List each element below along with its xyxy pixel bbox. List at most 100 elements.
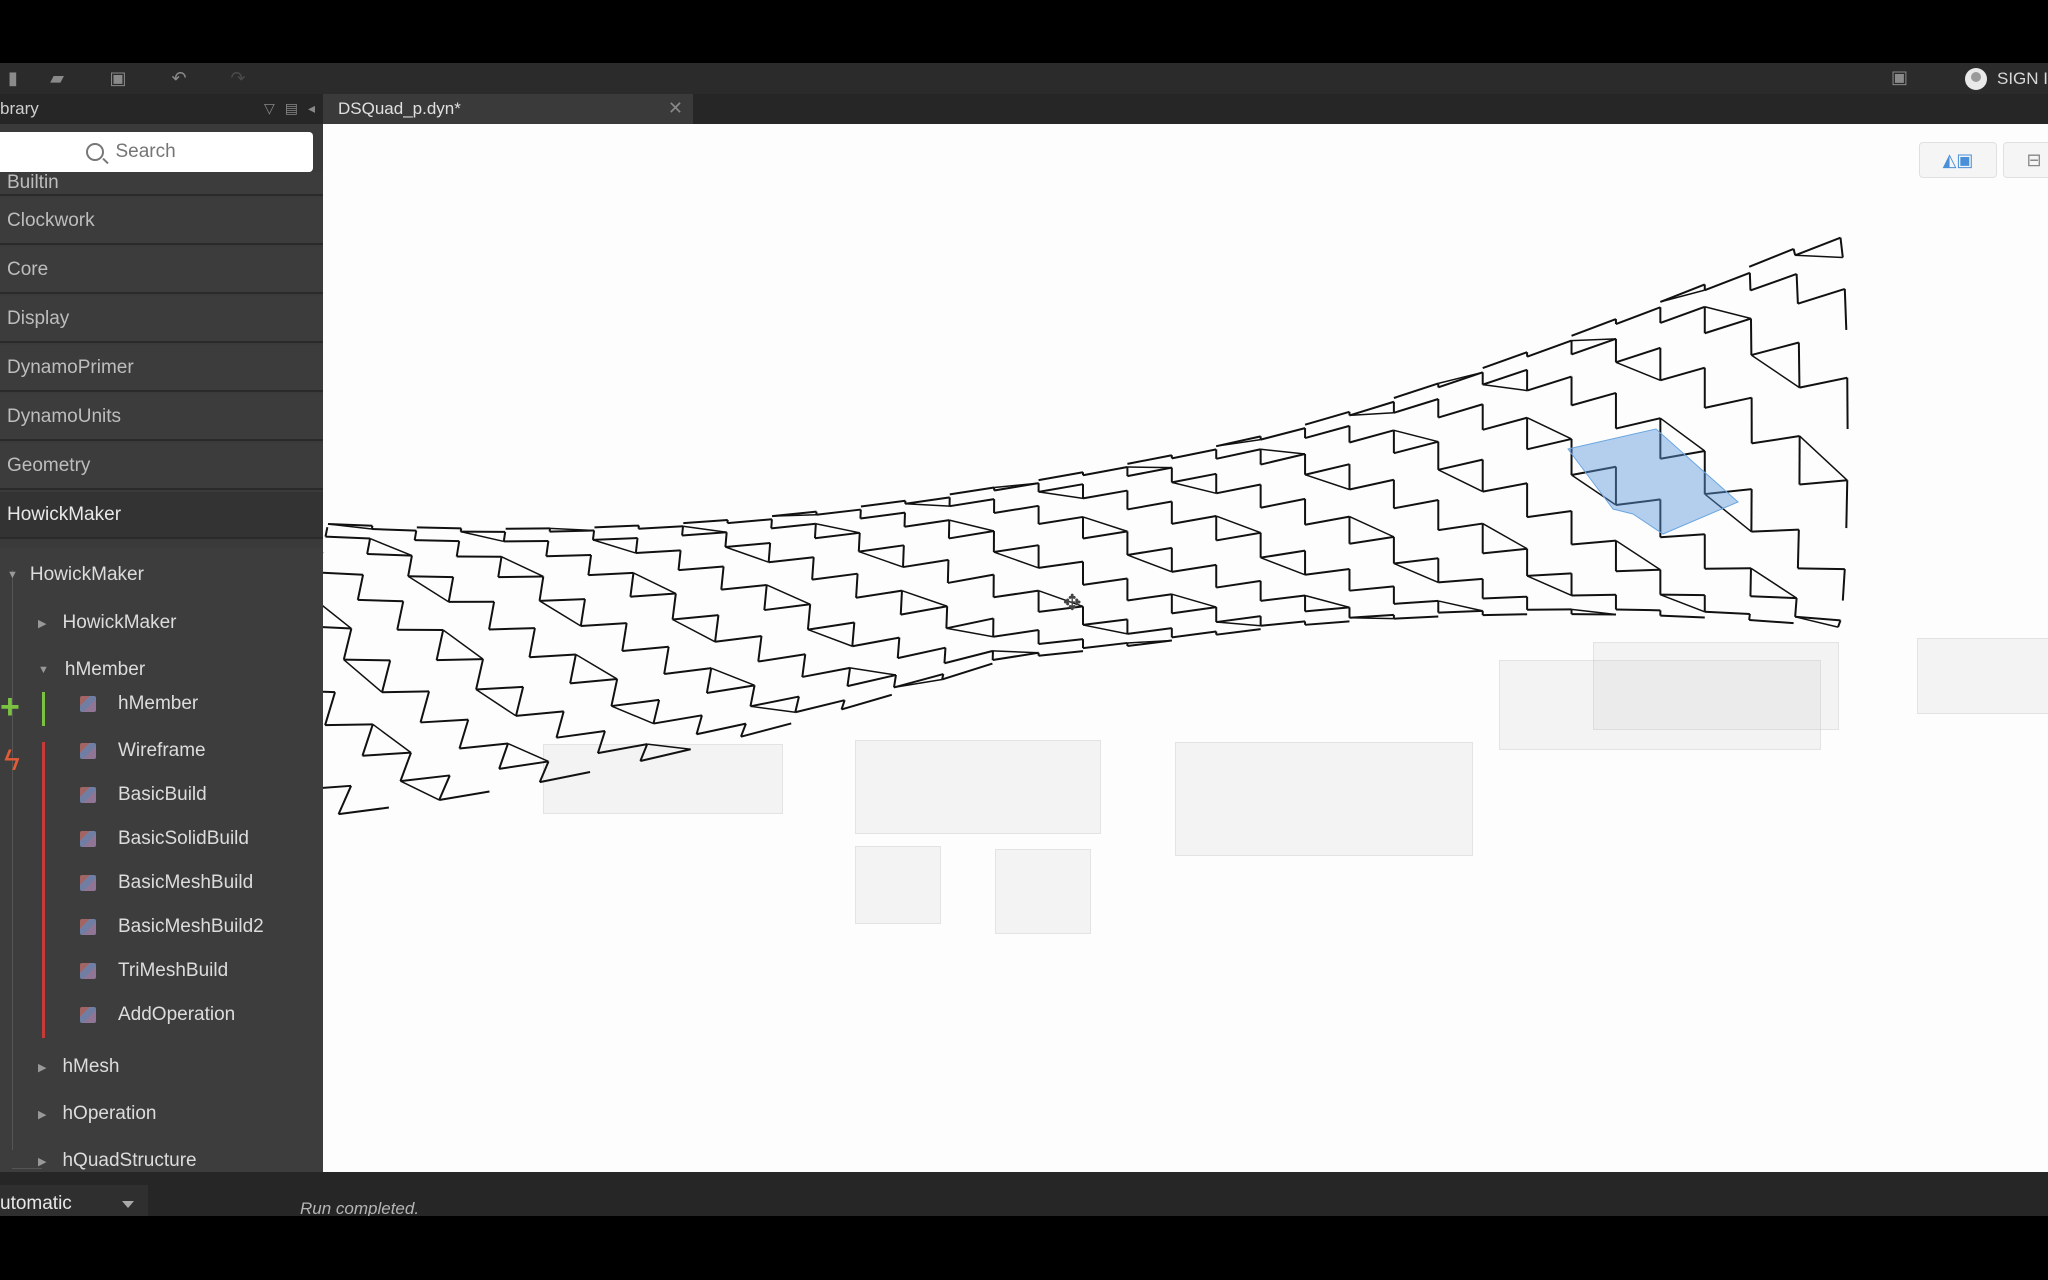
- mesh-edge: [1304, 474, 1350, 491]
- camera-icon[interactable]: ▣: [1891, 67, 1908, 88]
- tree-root-howickmaker[interactable]: ▼ HowickMaker: [7, 564, 144, 586]
- node-item-basicmeshbuild2[interactable]: BasicMeshBuild2: [80, 916, 264, 938]
- mesh-edge: [630, 592, 676, 598]
- mesh-edge: [1794, 236, 1841, 257]
- filter-icon[interactable]: ▽: [264, 100, 275, 117]
- mesh-edge: [357, 598, 404, 603]
- tree-node-hquadstructure[interactable]: ▶ hQuadStructure: [38, 1150, 197, 1172]
- mesh-edge: [949, 498, 995, 508]
- sign-in[interactable]: SIGN I: [1964, 63, 2048, 94]
- category-geometry[interactable]: Geometry: [0, 443, 323, 490]
- node-item-basicbuild[interactable]: BasicBuild: [80, 784, 207, 806]
- mesh-edge: [546, 553, 592, 558]
- mesh-edge: [1571, 593, 1616, 597]
- tab-dsquad[interactable]: DSQuad_p.dyn* ✕: [323, 94, 693, 124]
- mesh-edge: [858, 550, 904, 568]
- search-input[interactable]: [113, 140, 228, 164]
- mesh-edge: [515, 686, 525, 717]
- category-builtin[interactable]: Builtin: [0, 172, 323, 196]
- library-search[interactable]: [0, 132, 313, 172]
- tree-node-hoperation[interactable]: ▶ hOperation: [38, 1103, 156, 1125]
- open-folder-icon[interactable]: ▰: [44, 67, 70, 89]
- category-display[interactable]: Display: [0, 296, 323, 343]
- mesh-edge: [682, 525, 727, 534]
- category-label: Builtin: [7, 172, 59, 193]
- mesh-edge: [638, 525, 684, 530]
- mesh-edge: [695, 715, 703, 735]
- node-item-wireframe[interactable]: Wireframe: [80, 740, 206, 762]
- mesh-edge: [1796, 529, 1800, 569]
- mesh-edge: [1615, 540, 1661, 571]
- mesh-edge: [528, 627, 536, 658]
- mesh-edge: [639, 743, 649, 762]
- mesh-edge: [941, 662, 993, 681]
- mesh-edge: [1526, 437, 1572, 451]
- mesh-edge: [438, 775, 451, 801]
- category-clockwork[interactable]: Clockwork: [0, 198, 323, 245]
- mesh-edge: [1704, 610, 1750, 615]
- redo-icon[interactable]: ↷: [225, 67, 251, 89]
- mesh-edge: [706, 684, 755, 695]
- mesh-edge: [1751, 528, 1799, 533]
- mesh-edge: [902, 558, 949, 569]
- mesh-edge: [1038, 650, 1084, 657]
- mesh-edge: [1260, 620, 1306, 627]
- mesh-edge: [343, 658, 391, 662]
- background-preview-canvas[interactable]: ◭▣ ⊟ ✥: [323, 124, 2048, 1172]
- chevron-down-icon: [122, 1201, 134, 1208]
- mesh-edge: [1171, 563, 1217, 573]
- collapse-icon[interactable]: ◂: [308, 100, 315, 117]
- mesh-edge: [1038, 471, 1084, 482]
- mesh-edge: [1660, 614, 1705, 619]
- mesh-edge: [948, 530, 995, 540]
- mesh-edge: [767, 542, 772, 563]
- mesh-edge: [1615, 306, 1661, 326]
- node-item-hmember[interactable]: hMember: [80, 693, 198, 715]
- mesh-edge: [816, 508, 861, 516]
- tree-node-hmesh[interactable]: ▶ hMesh: [38, 1056, 120, 1078]
- category-dynamoprimer[interactable]: DynamoPrimer: [0, 345, 323, 392]
- mesh-edge: [439, 790, 490, 801]
- mesh-edge: [672, 618, 716, 643]
- mesh-edge: [1704, 396, 1752, 409]
- mesh-edge: [1393, 440, 1439, 455]
- node-item-addoperation[interactable]: AddOperation: [80, 1004, 235, 1026]
- search-icon: [85, 143, 104, 161]
- category-dynamounits[interactable]: DynamoUnits: [0, 394, 323, 441]
- howickmaker-tree: [0, 548, 323, 1172]
- category-core[interactable]: Core: [0, 247, 323, 294]
- mesh-edge: [1797, 567, 1845, 571]
- mesh-edge: [1216, 483, 1261, 495]
- mesh-edge: [1660, 366, 1706, 382]
- mesh-edge: [1393, 562, 1439, 584]
- node-item-basicmeshbuild[interactable]: BasicMeshBuild: [80, 872, 253, 894]
- node-item-basicsolidbuild[interactable]: BasicSolidBuild: [80, 828, 249, 850]
- layout-icon[interactable]: ▤: [285, 100, 298, 117]
- title-bar: [0, 0, 2048, 63]
- save-icon[interactable]: ▣: [105, 67, 131, 89]
- mesh-edge: [814, 531, 860, 540]
- tree-node-hmember[interactable]: ▼ hMember: [38, 659, 145, 681]
- new-file-icon[interactable]: ▮: [0, 67, 26, 89]
- mesh-edge: [904, 519, 950, 528]
- mesh-edge: [1038, 483, 1084, 493]
- mesh-edge: [597, 743, 648, 755]
- mesh-edge: [366, 538, 372, 555]
- node-icon: [80, 696, 96, 712]
- node-item-trimeshbuild[interactable]: TriMeshBuild: [80, 960, 228, 982]
- library-panel: brary ▽ ▤ ◂ Builtin Clockwork Core Displ…: [0, 94, 323, 1172]
- mesh-edge: [596, 730, 606, 754]
- close-icon[interactable]: ✕: [668, 98, 683, 119]
- tree-node-howickmaker[interactable]: ▶ HowickMaker: [38, 612, 177, 634]
- mesh-edge: [1349, 429, 1395, 444]
- mesh-edge: [1260, 427, 1306, 441]
- mesh-edge: [801, 654, 807, 678]
- mesh-edge: [663, 646, 670, 675]
- mesh-edge: [852, 636, 900, 648]
- mesh-edge: [475, 658, 485, 690]
- undo-icon[interactable]: ↶: [166, 67, 192, 89]
- mesh-edge: [587, 554, 593, 576]
- category-howickmaker[interactable]: HowickMaker: [0, 492, 323, 539]
- mesh-edge: [763, 584, 768, 611]
- tree-label: hMember: [64, 659, 146, 680]
